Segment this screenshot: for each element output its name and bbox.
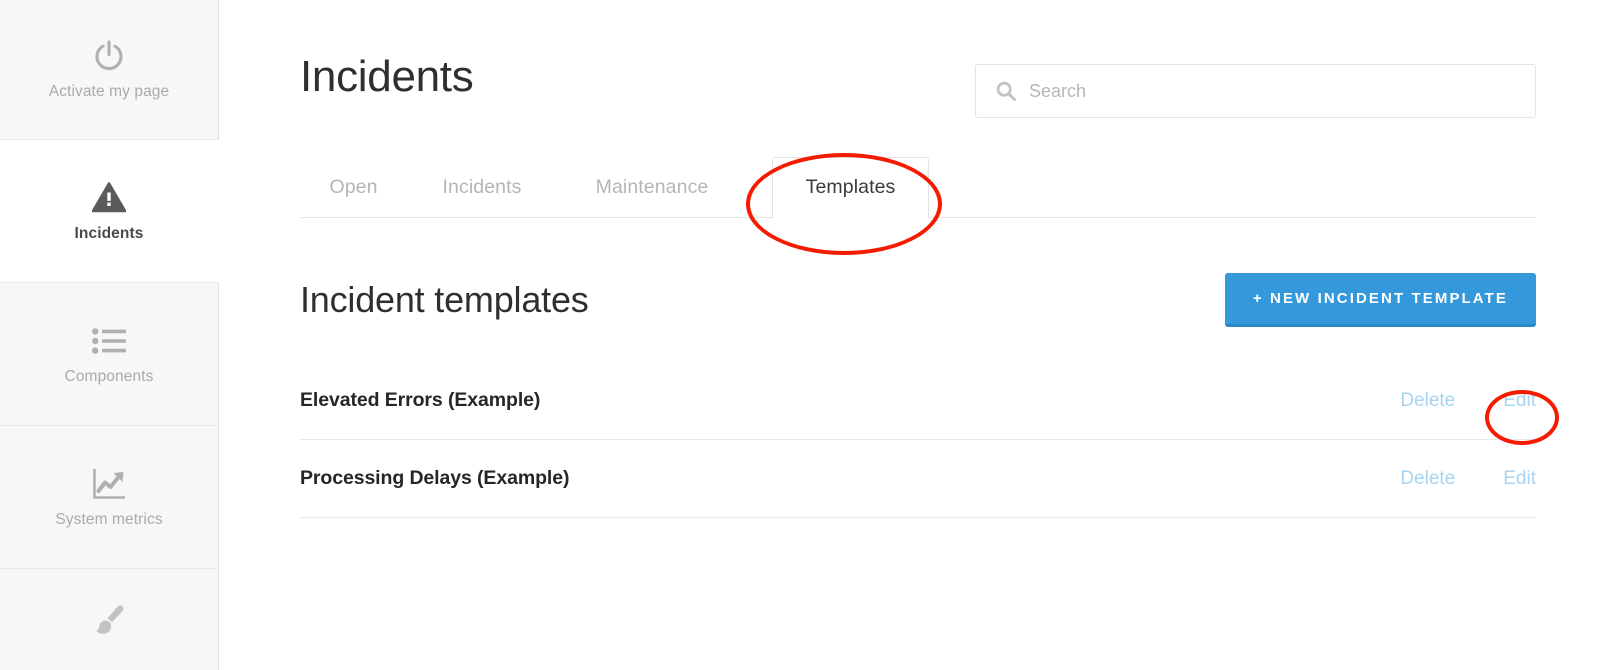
sidebar-item-incidents[interactable]: Incidents [0,140,219,283]
sidebar-item-customize[interactable] [0,569,219,670]
page-header: Incidents [300,0,1536,118]
power-icon [92,39,126,73]
sidebar-item-components[interactable]: Components [0,283,219,426]
tab-bar: Open Incidents Maintenance Templates [300,157,1536,218]
page-title: Incidents [300,52,474,101]
paintbrush-icon [91,603,127,637]
new-incident-template-button[interactable]: + NEW INCIDENT TEMPLATE [1224,273,1536,327]
sidebar-item-label: Components [64,367,154,385]
sidebar-item-label: System metrics [55,510,163,528]
chart-line-icon [92,467,126,501]
edit-link[interactable]: Edit [1503,390,1536,412]
template-name: Elevated Errors (Example) [300,389,541,411]
table-row: Elevated Errors (Example) Delete Edit [300,362,1536,440]
edit-link[interactable]: Edit [1503,468,1536,490]
section-header: Incident templates + NEW INCIDENT TEMPLA… [300,273,1536,327]
app-root: Activate my page Incidents Components Sy… [0,0,1600,670]
sidebar-item-system-metrics[interactable]: System metrics [0,426,219,569]
row-actions: Delete Edit [1400,390,1536,412]
search-icon [996,81,1016,101]
tab-incidents[interactable]: Incidents [420,157,544,218]
warning-triangle-icon [92,181,126,215]
tab-maintenance[interactable]: Maintenance [562,157,742,218]
template-name: Processing Delays (Example) [300,467,570,489]
search-box[interactable] [975,64,1536,118]
search-input[interactable] [1029,65,1535,117]
tab-open[interactable]: Open [300,157,407,218]
table-row: Processing Delays (Example) Delete Edit [300,440,1536,518]
list-icon [92,324,126,358]
tab-label: Open [329,176,378,198]
incident-templates-list: Elevated Errors (Example) Delete Edit Pr… [300,362,1536,518]
tab-templates[interactable]: Templates [772,157,929,218]
sidebar-item-activate-my-page[interactable]: Activate my page [0,0,219,140]
section-title: Incident templates [300,279,589,320]
row-actions: Delete Edit [1400,468,1536,490]
delete-link[interactable]: Delete [1400,390,1455,412]
tab-label: Maintenance [595,176,709,198]
tab-label: Templates [805,176,896,198]
delete-link[interactable]: Delete [1400,468,1455,490]
tab-label: Incidents [442,176,522,198]
main-content: Incidents Open Incidents Maintenanc [219,0,1600,670]
sidebar: Activate my page Incidents Components Sy… [0,0,219,670]
sidebar-item-label: Incidents [74,224,144,242]
sidebar-item-label: Activate my page [48,83,170,101]
